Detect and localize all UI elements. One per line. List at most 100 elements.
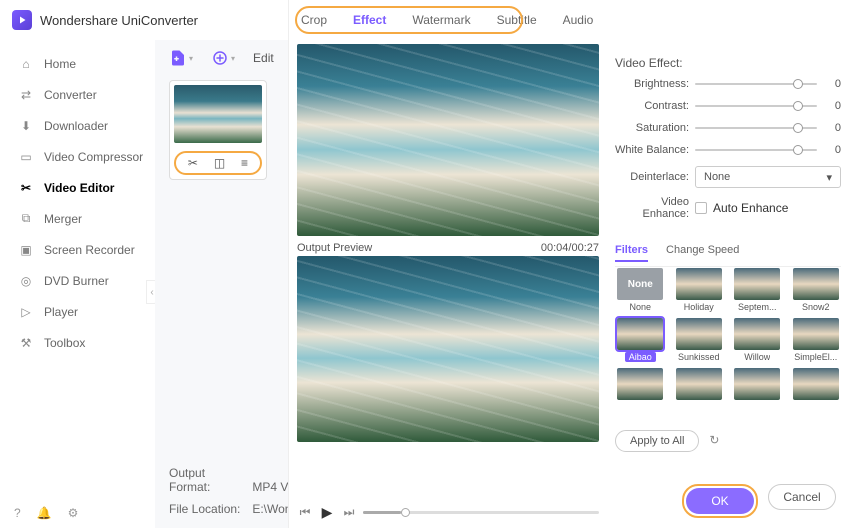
edit-button[interactable]: Edit — [253, 51, 274, 65]
chevron-down-icon: ▾ — [231, 54, 235, 63]
more-icon[interactable]: ≡ — [241, 156, 248, 170]
sidebar-item-home[interactable]: ⌂Home — [0, 48, 155, 79]
filter-item[interactable] — [674, 368, 725, 402]
preview-original — [297, 44, 599, 236]
effect-panel: Crop Effect Watermark Subtitle Audio Out… — [288, 0, 850, 528]
deinterlace-row: Deinterlace: None▾ — [615, 166, 841, 188]
white-balance-value: 0 — [817, 144, 841, 156]
filter-thumb — [793, 318, 839, 350]
auto-enhance-checkbox[interactable] — [695, 202, 707, 214]
filter-name: None — [629, 302, 651, 312]
file-location-label: File Location: — [169, 502, 249, 516]
tab-crop[interactable]: Crop — [301, 13, 327, 27]
sidebar-item-toolbox[interactable]: ⚒Toolbox — [0, 327, 155, 358]
video-thumbnail[interactable]: ✂ ◫ ≡ — [169, 80, 267, 180]
compress-icon: ▭ — [18, 149, 34, 165]
contrast-slider[interactable] — [695, 105, 817, 107]
sidebar-item-compressor[interactable]: ▭Video Compressor — [0, 141, 155, 172]
filter-item[interactable] — [791, 368, 842, 402]
converter-icon: ⇄ — [18, 87, 34, 103]
app-logo — [12, 10, 32, 30]
help-icon[interactable]: ? — [14, 506, 21, 520]
video-effect-title: Video Effect: — [615, 56, 841, 70]
filter-item[interactable] — [615, 368, 666, 402]
filter-name: Aibao — [625, 352, 656, 362]
tab-watermark[interactable]: Watermark — [412, 13, 470, 27]
sidebar-item-recorder[interactable]: ▣Screen Recorder — [0, 234, 155, 265]
output-format-label: Output Format: — [169, 466, 249, 494]
subtab-change-speed[interactable]: Change Speed — [666, 244, 739, 262]
download-icon: ⬇ — [18, 118, 34, 134]
filter-item[interactable]: Snow2 — [791, 268, 842, 312]
saturation-row: Saturation: 0 — [615, 122, 841, 134]
saturation-slider[interactable] — [695, 127, 817, 129]
filter-thumb — [734, 368, 780, 400]
filter-item[interactable]: SimpleEl... — [791, 318, 842, 362]
filter-thumb: None — [617, 268, 663, 300]
tab-effect[interactable]: Effect — [353, 13, 386, 27]
sidebar-item-merger[interactable]: ⧉Merger — [0, 203, 155, 234]
cut-icon[interactable]: ✂ — [188, 156, 198, 170]
sidebar-item-player[interactable]: ▷Player — [0, 296, 155, 327]
apply-to-all-button[interactable]: Apply to All — [615, 430, 699, 452]
add-folder-button[interactable]: ▾ — [211, 49, 235, 67]
filter-item[interactable] — [732, 368, 783, 402]
filter-thumb — [793, 268, 839, 300]
brightness-row: Brightness: 0 — [615, 78, 841, 90]
tab-subtitle[interactable]: Subtitle — [497, 13, 537, 27]
filter-thumb — [734, 318, 780, 350]
saturation-label: Saturation: — [615, 122, 695, 134]
refresh-icon[interactable]: ↻ — [709, 433, 725, 449]
next-frame-button[interactable]: ⏭ — [341, 504, 357, 520]
brightness-slider[interactable] — [695, 83, 817, 85]
filter-item[interactable]: Holiday — [674, 268, 725, 312]
filter-item[interactable]: Sunkissed — [674, 318, 725, 362]
settings-icon[interactable]: ⚙ — [68, 506, 79, 520]
filter-thumb — [676, 318, 722, 350]
contrast-value: 0 — [817, 100, 841, 112]
footer-icons: ? 🔔 ⚙ — [14, 506, 78, 520]
apply-row: Apply to All ↻ — [615, 430, 725, 452]
sidebar-item-converter[interactable]: ⇄Converter — [0, 79, 155, 110]
cancel-button[interactable]: Cancel — [768, 484, 836, 510]
filter-item[interactable]: Willow — [732, 318, 783, 362]
preview-output — [297, 256, 599, 442]
brightness-label: Brightness: — [615, 78, 695, 90]
auto-enhance-label: Auto Enhance — [713, 201, 788, 215]
chevron-down-icon: ▾ — [189, 54, 193, 63]
sidebar-item-editor[interactable]: ✂Video Editor — [0, 172, 155, 203]
white-balance-slider[interactable] — [695, 149, 817, 151]
toolbox-icon: ⚒ — [18, 335, 34, 351]
preview-time: 00:04/00:27 — [541, 242, 599, 254]
ok-button[interactable]: OK — [686, 488, 754, 514]
video-effect-controls: Video Effect: Brightness: 0 Contrast: 0 … — [615, 56, 841, 228]
enhance-label: Video Enhance: — [615, 196, 695, 220]
deinterlace-label: Deinterlace: — [615, 171, 695, 183]
play-button[interactable]: ▶ — [319, 504, 335, 520]
app-title: Wondershare UniConverter — [40, 13, 198, 28]
saturation-value: 0 — [817, 122, 841, 134]
effect-tabs: Crop Effect Watermark Subtitle Audio — [289, 0, 850, 40]
sidebar-item-dvd[interactable]: ◎DVD Burner — [0, 265, 155, 296]
filter-item[interactable]: Aibao — [615, 318, 666, 362]
thumbnail-image — [174, 85, 262, 143]
preview-info: Output Preview 00:04/00:27 — [297, 242, 599, 254]
filter-item[interactable]: Septem... — [732, 268, 783, 312]
player-icon: ▷ — [18, 304, 34, 320]
enhance-row: Video Enhance: Auto Enhance — [615, 196, 841, 220]
filter-subtabs: Filters Change Speed — [615, 244, 841, 267]
sidebar-item-downloader[interactable]: ⬇Downloader — [0, 110, 155, 141]
filter-name: Snow2 — [802, 302, 830, 312]
tab-audio[interactable]: Audio — [563, 13, 594, 27]
home-icon: ⌂ — [18, 56, 34, 72]
seek-bar[interactable] — [363, 511, 599, 514]
add-file-button[interactable]: ▾ — [169, 49, 193, 67]
filter-item[interactable]: None None — [615, 268, 666, 312]
subtab-filters[interactable]: Filters — [615, 244, 648, 262]
deinterlace-select[interactable]: None▾ — [695, 166, 841, 188]
highlight-ring — [295, 6, 523, 34]
crop-icon[interactable]: ◫ — [214, 156, 225, 170]
bell-icon[interactable]: 🔔 — [37, 506, 52, 520]
filter-thumb — [676, 268, 722, 300]
prev-frame-button[interactable]: ⏮ — [297, 504, 313, 520]
